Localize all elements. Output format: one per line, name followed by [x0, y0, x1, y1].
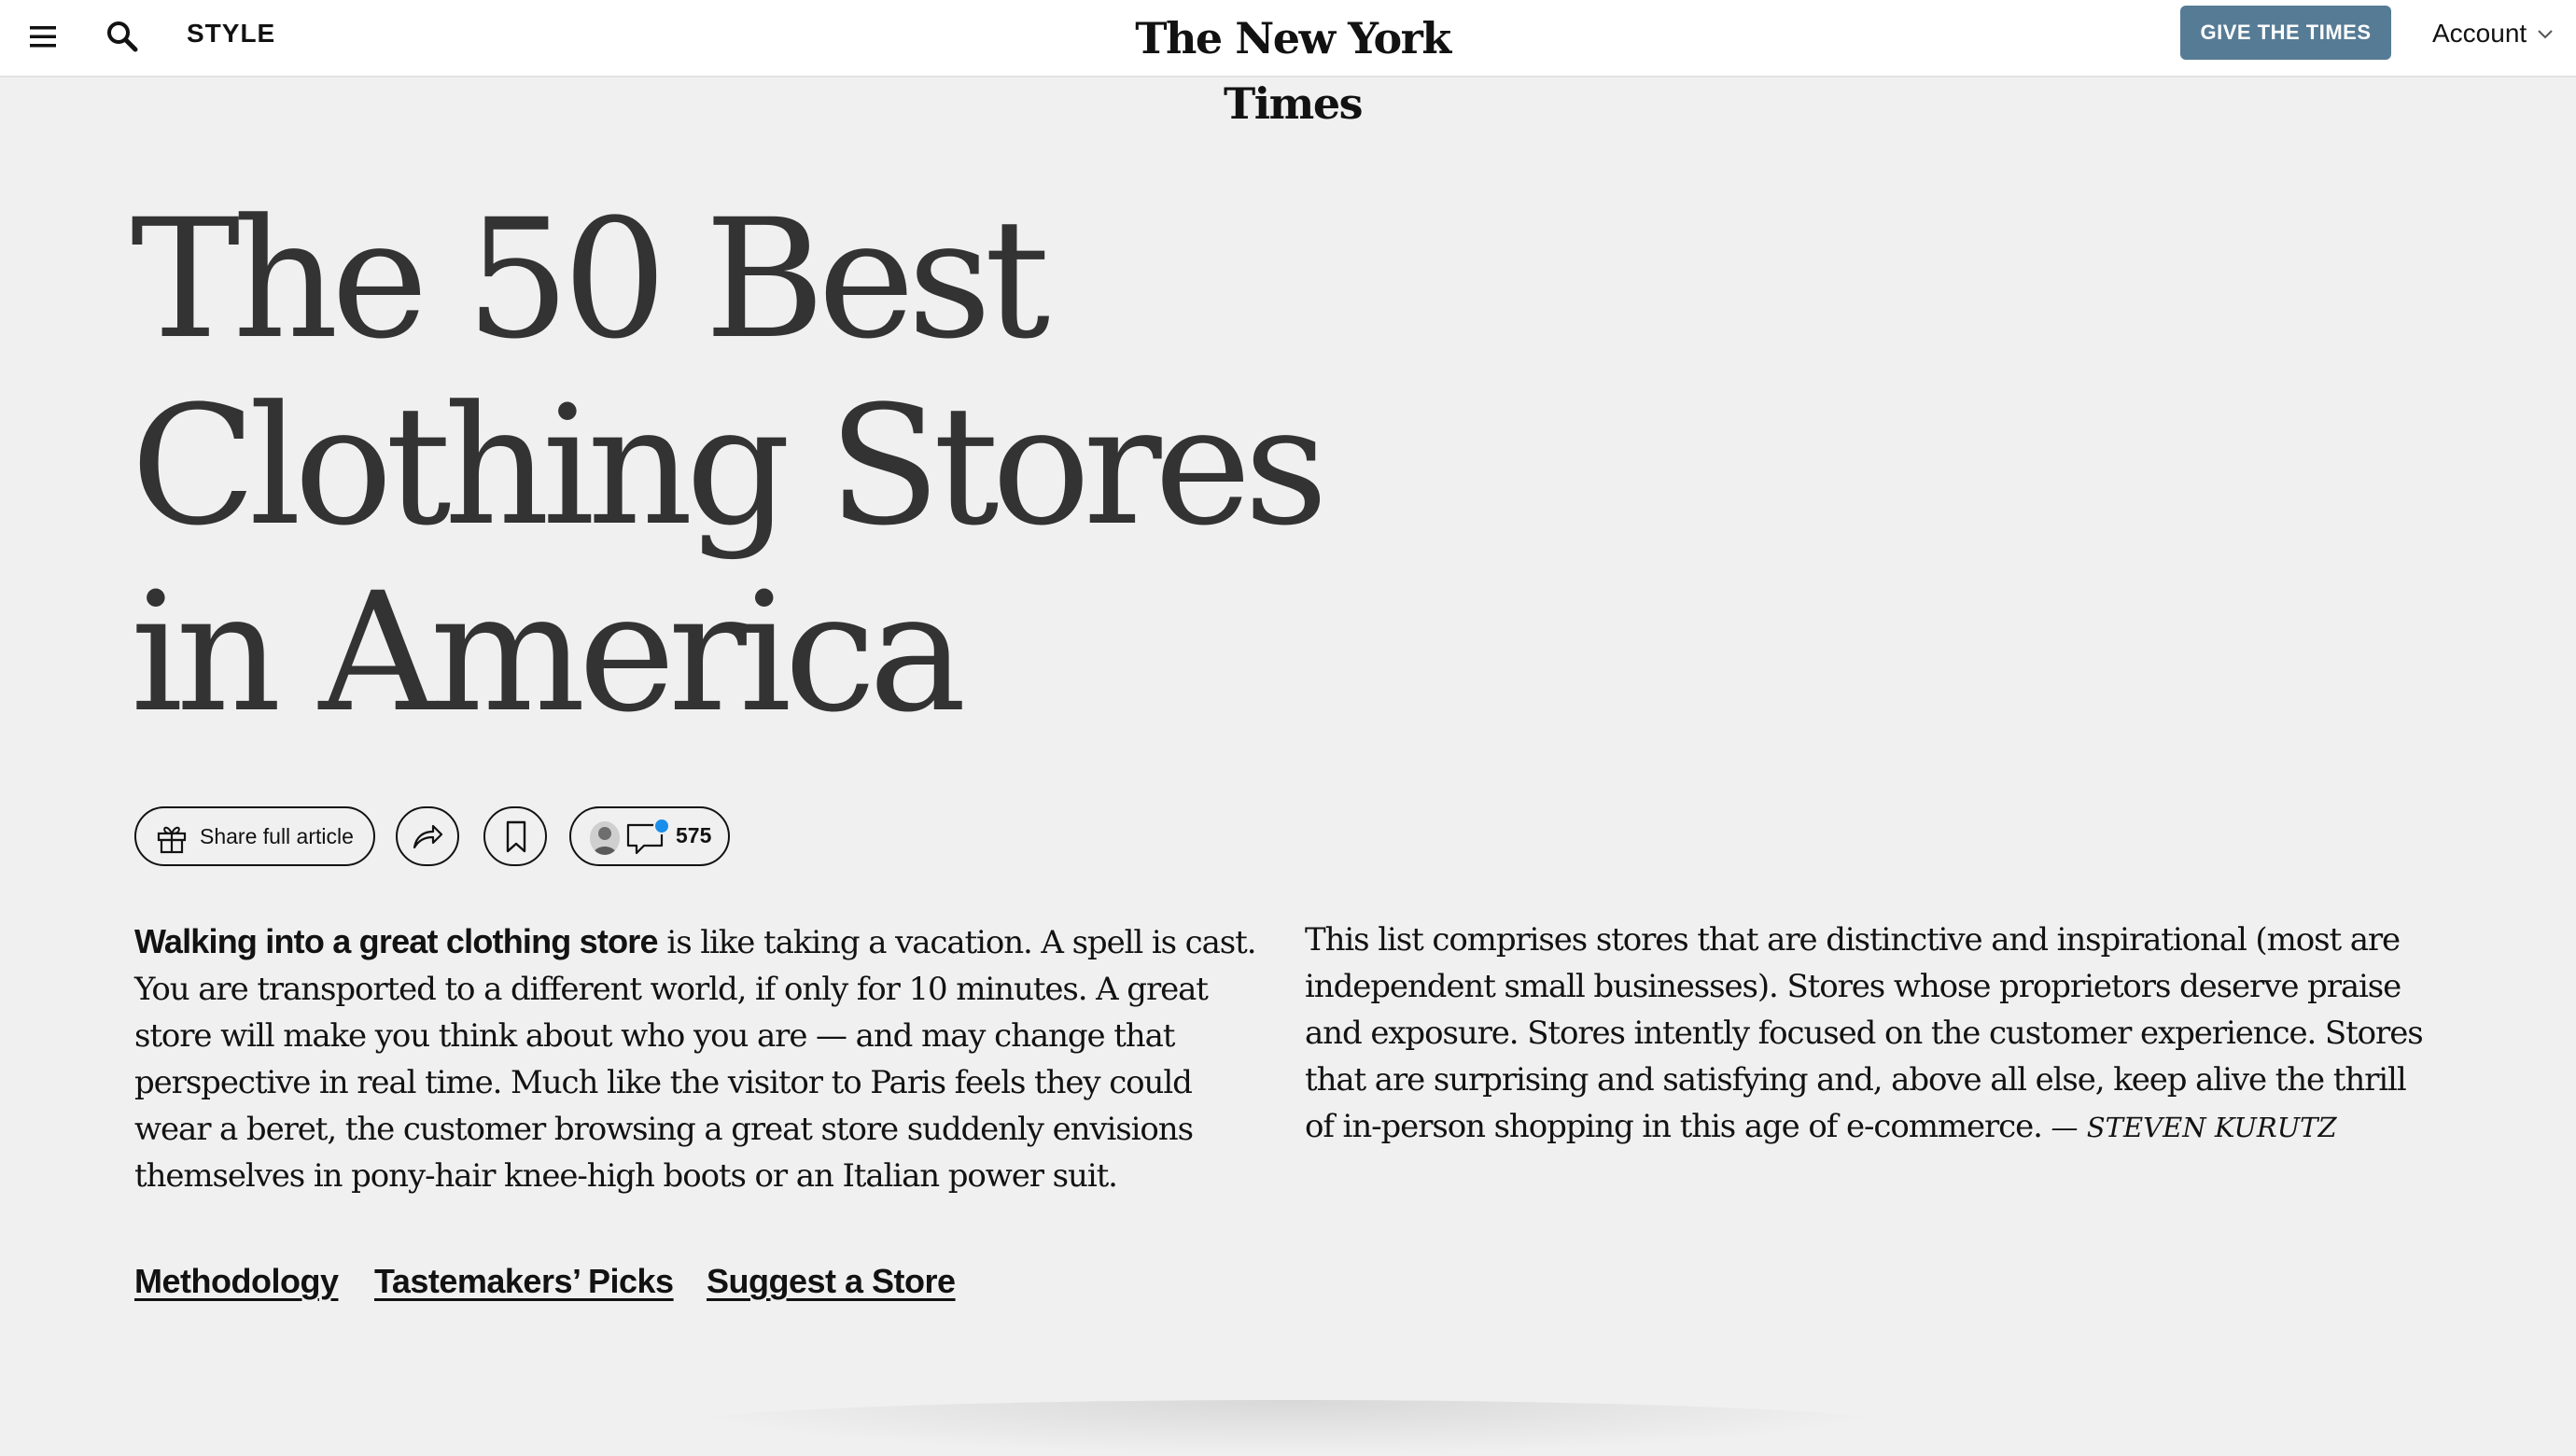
- menu-icon[interactable]: [28, 23, 58, 49]
- headline-line: The 50 Best: [131, 184, 1050, 375]
- share-button[interactable]: [396, 806, 459, 866]
- comments-button[interactable]: 575: [569, 806, 730, 866]
- intro-paragraph-left: Walking into a great clothing store is l…: [134, 918, 1264, 1199]
- search-icon[interactable]: [105, 19, 140, 54]
- methodology-link[interactable]: Methodology: [134, 1262, 339, 1301]
- save-article-button[interactable]: [483, 806, 547, 866]
- suggest-a-store-link[interactable]: Suggest a Store: [707, 1262, 956, 1301]
- article-headline: The 50 Best Clothing Stores in America: [131, 187, 1531, 747]
- account-menu-button[interactable]: Account: [2432, 19, 2527, 49]
- intro-text-left: is like taking a vacation. A spell is ca…: [134, 924, 1257, 1195]
- chevron-down-icon[interactable]: [2537, 28, 2554, 41]
- commenter-avatar: [590, 821, 620, 855]
- bookmark-icon: [506, 820, 526, 853]
- next-section-shadow: [653, 1400, 1923, 1456]
- share-full-article-label: Share full article: [200, 824, 354, 848]
- top-nav-bar: STYLE The New York Times GIVE THE TIMES …: [0, 0, 2576, 129]
- share-full-article-button[interactable]: Share full article: [134, 806, 375, 866]
- tastemakers-picks-link[interactable]: Tastemakers’ Picks: [374, 1262, 674, 1301]
- headline-line: in America: [131, 557, 967, 749]
- headline-line: Clothing Stores: [131, 371, 1328, 562]
- lede-text: Walking into a great clothing store: [134, 922, 659, 960]
- share-arrow-icon: [413, 824, 443, 849]
- give-the-times-button[interactable]: GIVE THE TIMES: [2180, 6, 2391, 60]
- masthead-logo[interactable]: The New York Times: [1106, 6, 1479, 136]
- section-label-style[interactable]: STYLE: [187, 19, 275, 49]
- intro-paragraph-right: This list comprises stores that are dist…: [1305, 917, 2434, 1151]
- new-comments-indicator: [653, 818, 670, 834]
- comment-count: 575: [676, 823, 712, 847]
- author-byline: — STEVEN KURUTZ: [2051, 1112, 2337, 1143]
- gift-icon: [157, 826, 187, 854]
